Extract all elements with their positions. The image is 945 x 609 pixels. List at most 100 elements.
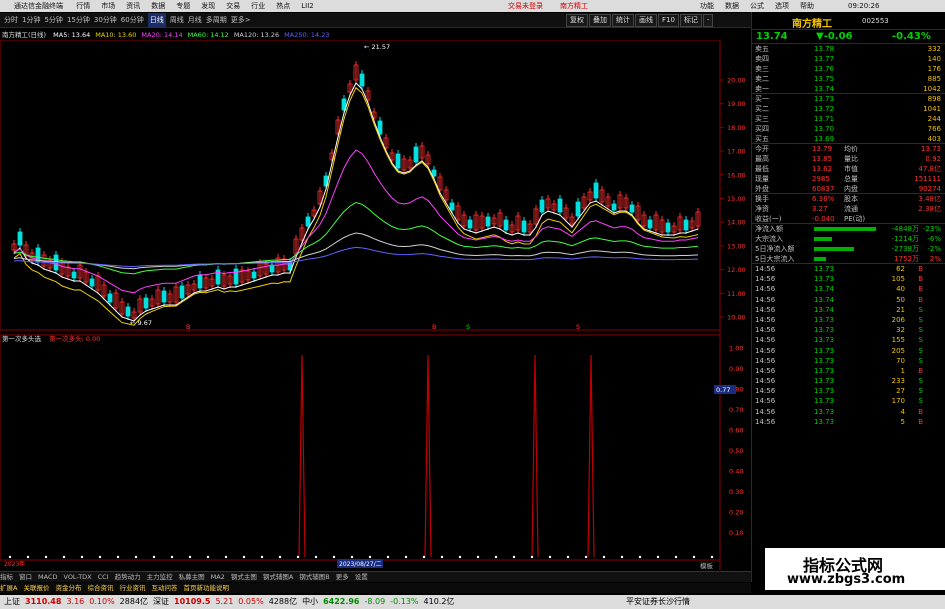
tick-time: 14:56: [755, 397, 776, 406]
indicator-tab-12[interactable]: 更多: [336, 572, 349, 583]
ask-row[interactable]: 卖四 13.77 140: [752, 54, 945, 64]
tick-volume: 40: [896, 285, 905, 294]
menu-4[interactable]: 专题: [176, 0, 190, 12]
menu-0[interactable]: 行情: [76, 0, 90, 12]
right-menu-1[interactable]: 数据: [725, 0, 739, 12]
period-tab-0[interactable]: 分时: [4, 13, 18, 28]
baseline-dot: [674, 555, 678, 559]
baseline-dot: [368, 555, 372, 559]
menu-7[interactable]: 行业: [251, 0, 265, 12]
tick-price: 13.73: [814, 315, 835, 324]
trade-stock[interactable]: 南方精工: [560, 0, 588, 12]
tick-time: 14:56: [755, 377, 776, 386]
info-tab-3[interactable]: 综合资讯: [87, 583, 113, 593]
last-price: 13.74: [756, 31, 788, 42]
right-menu-4[interactable]: 帮助: [800, 0, 814, 12]
tick-price: 13.73: [814, 336, 835, 345]
menu-6[interactable]: 交易: [226, 0, 240, 12]
menu-1[interactable]: 市场: [101, 0, 115, 12]
candle-body: [305, 216, 311, 227]
indicator-tab-0[interactable]: 指标: [0, 572, 13, 583]
toolbar-button-2[interactable]: 统计: [612, 14, 634, 27]
period-tab-7[interactable]: 周线: [170, 13, 184, 28]
tick-volume: 21: [896, 305, 905, 314]
toolbar-button-4[interactable]: F10: [658, 14, 679, 27]
indicator-tab-6[interactable]: 主力监控: [147, 572, 173, 583]
tick-time: 14:56: [755, 265, 776, 273]
period-tab-3[interactable]: 15分钟: [67, 13, 90, 28]
period-tab-5[interactable]: 60分钟: [121, 13, 144, 28]
date-label: 2023/08/27/二: [339, 561, 382, 568]
tick-side: S: [918, 397, 923, 406]
tick-side: S: [918, 387, 923, 396]
bottom-right-tab-2[interactable]: 模板: [700, 561, 713, 572]
ask-row[interactable]: 卖一 13.74 1042: [752, 84, 945, 94]
tick-side: B: [918, 366, 923, 375]
right-menu-3[interactable]: 选项: [775, 0, 789, 12]
toolbar-button-0[interactable]: 复权: [566, 14, 588, 27]
toolbar-button-1[interactable]: 叠加: [589, 14, 611, 27]
indicator-tab-2[interactable]: MACD: [38, 572, 57, 583]
bid-row[interactable]: 买五 13.69 403: [752, 134, 945, 144]
bid-row[interactable]: 买一 13.73 898: [752, 94, 945, 104]
period-tab-2[interactable]: 5分钟: [44, 13, 62, 28]
bid-row[interactable]: 买四 13.70 766: [752, 124, 945, 134]
order-level: 买二: [755, 105, 769, 113]
index-name[interactable]: 中小: [302, 595, 318, 609]
period-tab-1[interactable]: 1分钟: [22, 13, 40, 28]
bid-row[interactable]: 买二 13.72 1041: [752, 104, 945, 114]
candle-body: [17, 231, 23, 246]
indicator-tab-5[interactable]: 趋势动力: [115, 572, 141, 583]
info-tab-5[interactable]: 互动问答: [151, 583, 177, 593]
toolbar-button-5[interactable]: 标记: [679, 14, 702, 27]
candle-body: [179, 285, 185, 299]
candle-body: [467, 219, 473, 229]
indicator-tab-13[interactable]: 设置: [355, 572, 368, 583]
menu-2[interactable]: 资讯: [126, 0, 140, 12]
toolbar-button-3[interactable]: 画线: [635, 14, 657, 27]
menu-8[interactable]: 热点: [276, 0, 290, 12]
baseline-dot: [206, 555, 210, 559]
menu-3[interactable]: 数据: [151, 0, 165, 12]
stats-row: 今开 13.79 均价 13.73: [752, 144, 945, 154]
period-tab-8[interactable]: 月线: [188, 13, 202, 28]
info-tab-2[interactable]: 资金分布: [55, 583, 81, 593]
info-tab-1[interactable]: 关联报价: [23, 583, 49, 593]
index-name[interactable]: 深证: [153, 595, 169, 609]
trade-status[interactable]: 交易未登录: [508, 0, 543, 12]
indicator-tab-1[interactable]: 窗口: [19, 572, 32, 583]
indicator-tab-11[interactable]: 钢式辅图B: [299, 572, 329, 583]
toolbar-button-6[interactable]: -: [702, 14, 714, 27]
indicator-tab-10[interactable]: 钢式辅图A: [263, 572, 293, 583]
indicator-tab-7[interactable]: 私募主图: [179, 572, 205, 583]
price-tick-label: 18.00: [727, 124, 746, 132]
indicator-tick-label: 0.30: [729, 488, 743, 496]
menu-5[interactable]: 发现: [201, 0, 215, 12]
right-menu-2[interactable]: 公式: [750, 0, 764, 12]
menu-9[interactable]: LII2: [301, 0, 313, 12]
index-pct: 0.10%: [89, 597, 115, 606]
info-tab-6[interactable]: 首页新功能说明: [183, 583, 229, 593]
indicator-tab-4[interactable]: CCI: [98, 572, 109, 583]
info-tab-4[interactable]: 行业资讯: [119, 583, 145, 593]
period-tab-6[interactable]: 日线: [147, 13, 166, 28]
period-tab-10[interactable]: 更多>: [231, 13, 251, 28]
index-name[interactable]: 上证: [4, 595, 20, 609]
ask-row[interactable]: 卖五 13.78 332: [752, 44, 945, 54]
info-tab-0[interactable]: 扩展A: [0, 583, 17, 593]
bid-row[interactable]: 买三 13.71 244: [752, 114, 945, 124]
period-tab-4[interactable]: 30分钟: [94, 13, 117, 28]
right-menu-0[interactable]: 功能: [700, 0, 714, 12]
indicator-tab-8[interactable]: MA2: [211, 572, 225, 583]
indicator-tab-9[interactable]: 钢式主图: [231, 572, 257, 583]
flow-row: 大宗流入 -1214万 -6%: [752, 234, 945, 244]
ask-row[interactable]: 卖三 13.76 176: [752, 64, 945, 74]
tick-time: 14:56: [755, 387, 776, 396]
ask-row[interactable]: 卖二 13.75 885: [752, 74, 945, 84]
index-change: 5.21: [215, 597, 234, 606]
indicator-spike: [298, 354, 306, 558]
kline-chart[interactable]: 20.00 19.00 18.00 17.00 16.00 15.00 14.00 13.00…: [0, 40, 750, 570]
indicator-tab-3[interactable]: VOL-TDX: [63, 572, 91, 583]
period-tab-9[interactable]: 多周期: [206, 13, 227, 28]
candle-body: [557, 198, 563, 213]
